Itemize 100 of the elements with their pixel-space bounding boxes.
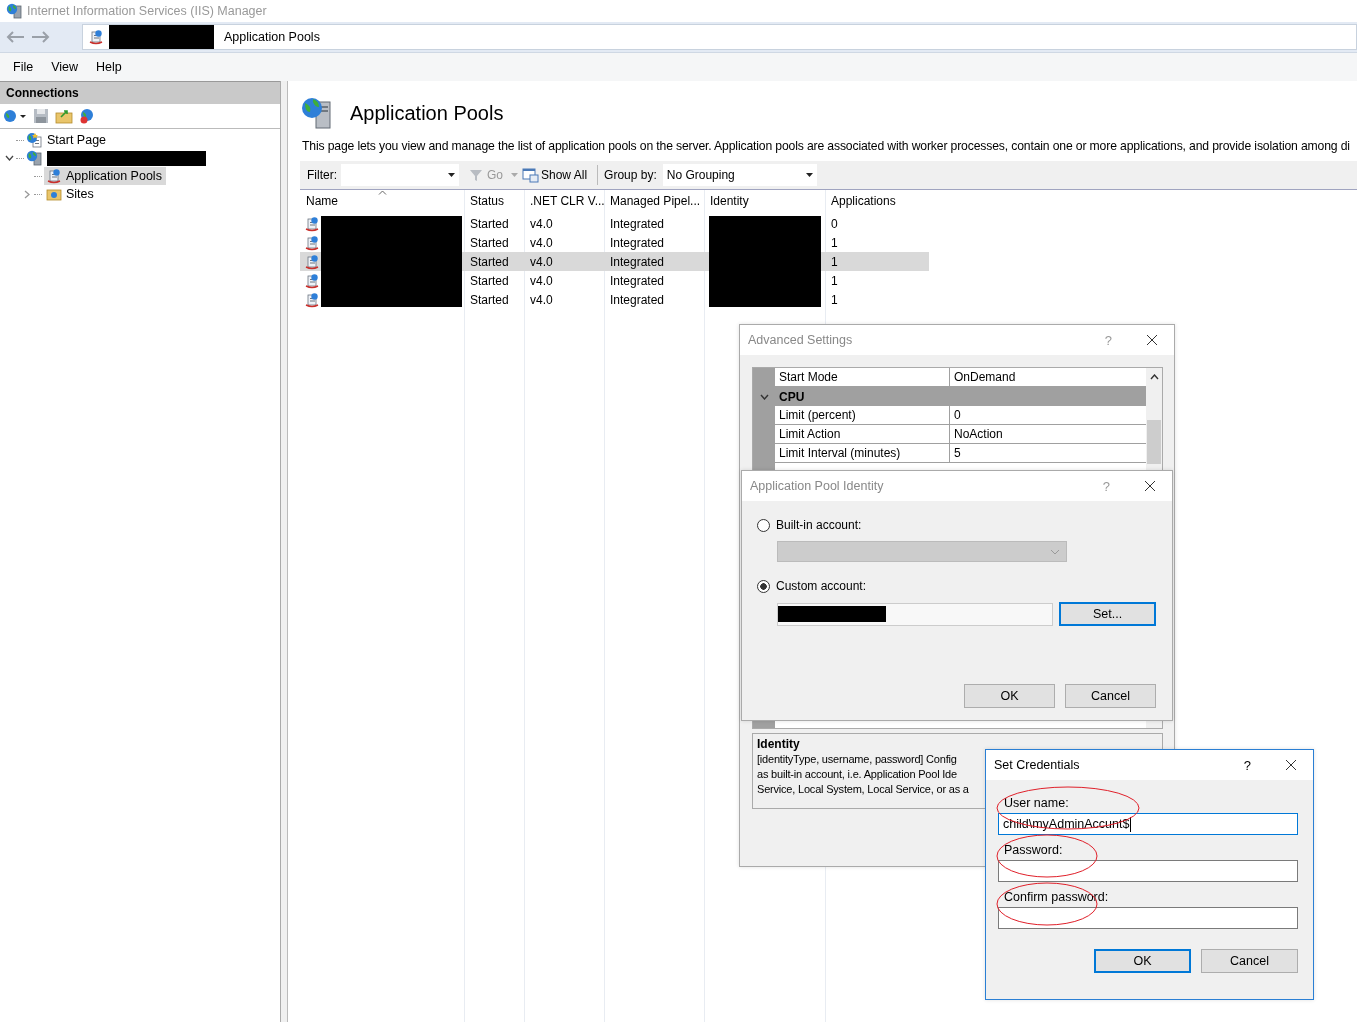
connect-globe-icon[interactable] [3, 108, 27, 124]
dialog-button[interactable]: Cancel [1201, 949, 1298, 973]
window-grid-icon [522, 167, 539, 183]
input-field[interactable] [998, 860, 1298, 882]
server-icon [26, 150, 42, 166]
save-icon[interactable] [33, 108, 49, 124]
column-header[interactable]: .NET CLR V... [524, 194, 604, 208]
column-header[interactable]: Managed Pipel... [604, 194, 704, 208]
pool-icon [304, 291, 320, 308]
table-cell: Started [470, 254, 509, 269]
tree-item[interactable]: Sites [44, 185, 98, 203]
pool-icon [304, 272, 320, 289]
category-header[interactable]: CPU [775, 387, 1146, 406]
group-by-combo[interactable]: No Grouping [662, 164, 817, 186]
close-icon[interactable] [1146, 334, 1158, 346]
table-row[interactable]: Started v4.0 Integrated 1 [300, 233, 929, 252]
property-name-cell: Limit (percent) [775, 406, 950, 425]
dialog-title: Advanced Settings [748, 333, 854, 347]
table-cell: 1 [831, 235, 838, 250]
table-row[interactable]: Started v4.0 Integrated 0 [300, 214, 929, 233]
pool-icon [46, 168, 62, 184]
pool-icon [304, 215, 320, 232]
table-cell: Integrated [610, 292, 665, 307]
column-header[interactable]: Name [300, 194, 464, 208]
chevron-down-icon[interactable] [759, 393, 769, 400]
table-cell: Started [470, 235, 509, 250]
table-cell: 1 [831, 254, 838, 269]
folder-arrow-icon[interactable] [55, 108, 73, 124]
scroll-up-icon[interactable] [1149, 374, 1159, 380]
window-title: Internet Information Services (IIS) Manager [27, 4, 267, 18]
pool-icon [304, 234, 320, 251]
close-icon[interactable] [1144, 480, 1156, 492]
app-icon [6, 3, 22, 19]
table-cell: 1 [831, 273, 838, 288]
table-cell: v4.0 [530, 292, 553, 307]
group-by-label: Group by: [604, 168, 657, 182]
tree-item[interactable]: Application Pools [44, 167, 166, 185]
table-cell: v4.0 [530, 216, 553, 231]
property-name-cell: Start Mode [775, 368, 950, 387]
back-arrow-icon[interactable] [4, 29, 26, 45]
table-cell: Started [470, 216, 509, 231]
description-line: [identityType, username, password] Config [757, 753, 957, 765]
field-label: Password: [1004, 843, 1064, 858]
dialog-button[interactable]: Cancel [1065, 684, 1156, 708]
sort-caret-icon [378, 190, 387, 195]
table-cell: 0 [831, 216, 838, 231]
property-name-cell: Limit Action [775, 425, 950, 444]
description-title: Identity [757, 737, 801, 752]
column-header[interactable]: Status [464, 194, 524, 208]
scrollbar-thumb[interactable] [1147, 420, 1161, 464]
panel-header: Connections [0, 81, 280, 104]
table-row[interactable]: Started v4.0 Integrated 1 [300, 290, 929, 309]
table-cell: Integrated [610, 216, 665, 231]
radio-label[interactable]: Custom account: [776, 579, 867, 593]
table-cell: Started [470, 292, 509, 307]
radio-label[interactable]: Built-in account: [776, 518, 862, 532]
menu-item[interactable]: File [4, 60, 43, 74]
address-field[interactable]: Application Pools [82, 24, 1357, 50]
pool-icon [88, 29, 104, 45]
set-button[interactable]: Set... [1059, 602, 1156, 626]
show-all-button[interactable]: Show All [522, 167, 588, 183]
start-page-icon [26, 132, 42, 148]
property-name-cell: Limit Interval (minutes) [775, 444, 950, 463]
menu-item[interactable]: View [42, 60, 88, 74]
close-icon[interactable] [1285, 759, 1297, 771]
server-globe-icon [300, 96, 334, 130]
dropdown-caret-icon [805, 173, 813, 177]
tree-item[interactable]: Start Page [47, 133, 107, 147]
description-line: as built-in account, i.e. Application Pool Ide [757, 768, 957, 780]
dialog-button[interactable]: OK [1094, 949, 1191, 973]
table-cell: Integrated [610, 254, 665, 269]
column-header[interactable]: Applications [825, 194, 929, 208]
table-cell: v4.0 [530, 273, 553, 288]
radio-button[interactable] [757, 579, 770, 593]
radio-button[interactable] [757, 518, 770, 532]
input-field[interactable] [998, 907, 1298, 929]
table-row[interactable]: Started v4.0 Integrated 1 [300, 271, 929, 290]
column-header[interactable]: Identity [704, 194, 825, 208]
folder-globe-icon [46, 186, 62, 202]
dropdown-caret-icon [448, 173, 455, 177]
chevron-down-icon[interactable] [4, 155, 14, 161]
dialog-title: Application Pool Identity [750, 479, 885, 493]
table-cell: Started [470, 273, 509, 288]
table-cell: Integrated [610, 235, 665, 250]
page-title: Application Pools [350, 101, 504, 125]
menu-item[interactable]: Help [87, 60, 131, 74]
dialog-title: Set Credentials [994, 758, 1081, 772]
table-cell: Integrated [610, 273, 665, 288]
table-cell: v4.0 [530, 235, 553, 250]
dialog-button[interactable]: OK [964, 684, 1055, 708]
chevron-right-icon[interactable] [24, 189, 30, 199]
help-button[interactable]: ? [1243, 757, 1251, 773]
field-label: Confirm password: [1004, 890, 1110, 905]
field-label: User name: [1004, 796, 1070, 811]
table-cell: 1 [831, 292, 838, 307]
forward-arrow-icon[interactable] [30, 29, 52, 45]
page-description: This page lets you view and manage the list of application pools on the server. Application pools are associated with worker processes, contain one or more applications, and provide isolation among di [302, 139, 1351, 153]
funnel-icon [469, 168, 483, 182]
table-cell: v4.0 [530, 254, 553, 269]
filter-label: Filter: [307, 168, 337, 182]
